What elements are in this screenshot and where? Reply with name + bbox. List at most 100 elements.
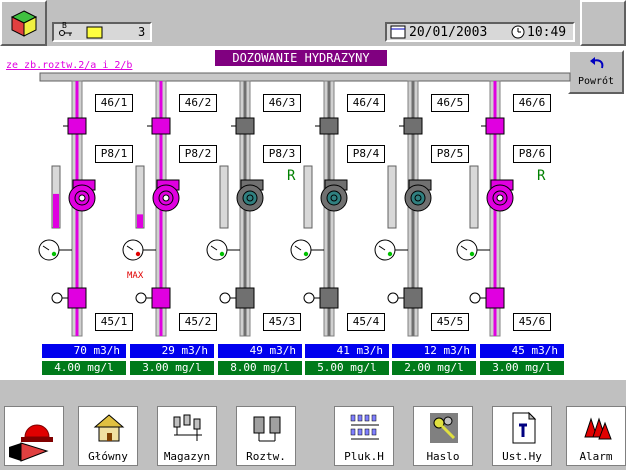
alarm-button[interactable]: Alarm [566, 406, 626, 466]
house-icon [93, 414, 125, 442]
valve-top-tag: 46/3 [263, 94, 301, 112]
valve-top-tag: 46/1 [95, 94, 133, 112]
valve-bottom-tag: 45/2 [179, 313, 217, 331]
key-icon [59, 30, 72, 36]
alarm-button-label: Alarm [579, 450, 613, 463]
keys-icon [430, 413, 458, 443]
pump-tag: P8/1 [95, 145, 133, 163]
valve-actuator [469, 292, 481, 304]
warehouse-button[interactable]: Magazyn [157, 406, 217, 466]
pump-hub [496, 194, 504, 202]
warehouse-diagram-icon [173, 414, 202, 441]
concentration-display: 5.00 mg/l [305, 361, 389, 375]
main-header-pipe [39, 72, 571, 82]
valve-top-tag: 46/2 [179, 94, 217, 112]
datetime-panel: 20/01/2003 10:49 [385, 22, 575, 42]
valve-bottom-tag: 45/1 [95, 313, 133, 331]
process-diagram: DOZOWANIE HYDRAZYNY ze zb.roztw.2/a i 2/… [0, 46, 626, 380]
bottom-valve [151, 287, 171, 309]
pump-hub [162, 194, 170, 202]
valve-actuator [303, 292, 315, 304]
calendar-icon [390, 25, 406, 39]
valve-actuator [51, 292, 63, 304]
tank-level-bar [303, 165, 313, 229]
top-right-panel [580, 0, 626, 46]
app-menu-button[interactable] [0, 0, 47, 46]
remote-indicator: R [537, 168, 546, 184]
flow-rate-display: 12 m3/h [392, 344, 476, 358]
top-bar: B 3 20/01/2003 10:49 [0, 0, 626, 46]
bottom-valve [67, 287, 87, 309]
valve-bottom-tag: 45/6 [513, 313, 551, 331]
flow-rate-display: 49 m3/h [218, 344, 302, 358]
gauge-indicator [387, 251, 393, 257]
bottom-valve [485, 287, 505, 309]
alarm-horn-button[interactable] [4, 406, 64, 466]
date-display: 20/01/2003 [409, 25, 488, 40]
top-valve [235, 117, 255, 135]
gauge-max-label: MAX [127, 271, 144, 281]
flow-rate-display: 29 m3/h [130, 344, 214, 358]
rinse-button[interactable]: Pluk.H [334, 406, 394, 466]
pump-tag: P8/2 [179, 145, 217, 163]
pump-hub [414, 194, 422, 202]
top-valve [67, 117, 87, 135]
gauge-indicator [469, 251, 475, 257]
bottom-valve [319, 287, 339, 309]
top-valve [485, 117, 505, 135]
gauge-indicator [135, 251, 141, 257]
alarm-bells-icon [584, 417, 612, 440]
settings-button-label: Ust.Hy [502, 450, 542, 463]
valve-top-tag: 46/6 [513, 94, 551, 112]
tank-level-bar [219, 165, 229, 229]
top-valve [151, 117, 171, 135]
password-button[interactable]: Haslo [413, 406, 473, 466]
gauge-indicator [219, 251, 225, 257]
home-button[interactable]: Główny [78, 406, 138, 466]
top-valve [403, 117, 423, 135]
flow-rate-display: 41 m3/h [305, 344, 389, 358]
pump-tag: P8/4 [347, 145, 385, 163]
concentration-display: 3.00 mg/l [480, 361, 564, 375]
clock-icon [511, 25, 525, 39]
solution-button-label: Roztw. [246, 450, 286, 463]
rinse-grid-icon [350, 414, 379, 440]
valve-actuator [135, 292, 147, 304]
rinse-button-label: Pluk.H [344, 450, 384, 463]
folder-icon [86, 26, 103, 39]
time-display: 10:49 [527, 25, 567, 40]
pump-hub [246, 194, 254, 202]
counter-value: 3 [138, 25, 146, 39]
pump-hub [330, 194, 338, 202]
top-valve [319, 117, 339, 135]
siren-icon [9, 424, 53, 462]
valve-bottom-tag: 45/4 [347, 313, 385, 331]
tank-level-fill [53, 193, 59, 228]
concentration-display: 2.00 mg/l [392, 361, 476, 375]
pump-hub [78, 194, 86, 202]
bottom-valve [403, 287, 423, 309]
warehouse-button-label: Magazyn [163, 450, 211, 463]
valve-bottom-tag: 45/5 [431, 313, 469, 331]
valve-actuator [219, 292, 231, 304]
flow-rate-display: 70 m3/h [42, 344, 126, 358]
gauge-indicator [303, 251, 309, 257]
pump-tag: P8/5 [431, 145, 469, 163]
tanks-icon [253, 416, 281, 442]
bottom-valve [235, 287, 255, 309]
pump-tag: P8/3 [263, 145, 301, 163]
valve-top-tag: 46/4 [347, 94, 385, 112]
remote-indicator: R [287, 168, 296, 184]
gauge-indicator [51, 251, 57, 257]
cube-icon [10, 10, 38, 37]
settings-button[interactable]: Ust.Hy [492, 406, 552, 466]
concentration-display: 4.00 mg/l [42, 361, 126, 375]
solution-button[interactable]: Roztw. [236, 406, 296, 466]
concentration-display: 3.00 mg/l [130, 361, 214, 375]
flow-rate-display: 45 m3/h [480, 344, 564, 358]
tank-level-bar [387, 165, 397, 229]
valve-bottom-tag: 45/3 [263, 313, 301, 331]
password-button-label: Haslo [426, 450, 460, 463]
tank-level-fill [137, 214, 143, 228]
concentration-display: 8.00 mg/l [218, 361, 302, 375]
